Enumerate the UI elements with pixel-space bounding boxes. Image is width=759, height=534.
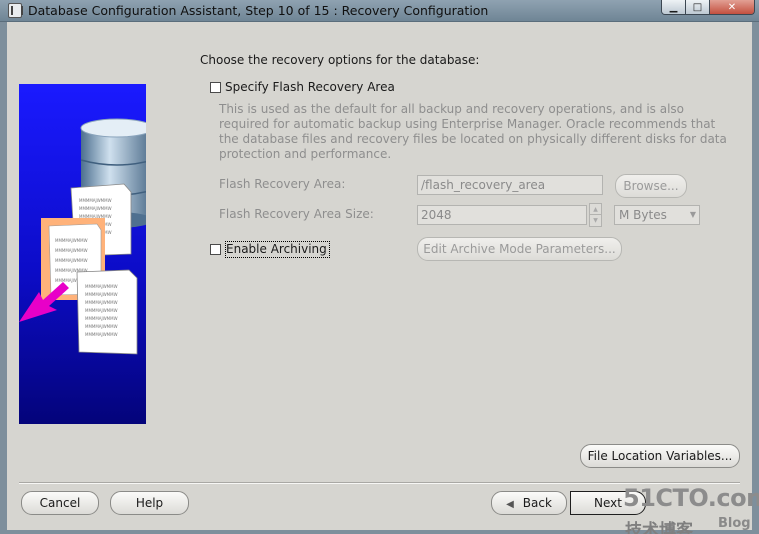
- file-location-variables-button[interactable]: File Location Variables...: [580, 444, 740, 468]
- chevron-down-icon: ▼: [689, 210, 696, 219]
- back-label: Back: [522, 496, 552, 510]
- watermark-blog: Blog: [718, 516, 751, 531]
- close-button[interactable]: ✕: [710, 0, 754, 14]
- watermark-chinese: 技术博客: [625, 521, 693, 534]
- document-front-icon: MMMMAJWMMW MMMMAJWMMW MMMMAJWMMW MMMMAJW…: [76, 269, 138, 355]
- enable-archiving-checkbox[interactable]: Enable Archiving: [210, 241, 330, 258]
- window-controls: ▁ □ ✕: [661, 0, 755, 15]
- dialog-body: MMMMAJWMMW MMMMAJWMMW MMMMAJWMMW MMMMAJW…: [7, 22, 759, 534]
- flash-recovery-size-input[interactable]: 2048: [417, 205, 587, 225]
- checkbox-label: Enable Archiving: [225, 241, 330, 258]
- size-spinner[interactable]: ▲ ▼: [589, 203, 602, 227]
- svg-text:MMMMAJWMMW: MMMMAJWMMW: [85, 284, 118, 289]
- back-arrow-icon: ◀: [506, 499, 514, 510]
- svg-text:MMMMAJWMMW: MMMMAJWMMW: [55, 238, 88, 243]
- svg-text:MMMMAJWMMW: MMMMAJWMMW: [85, 308, 118, 313]
- flash-recovery-description: This is used as the default for all back…: [219, 102, 727, 161]
- svg-text:MMMMAJWMMW: MMMMAJWMMW: [85, 332, 118, 337]
- svg-text:MMMMAJWMMW: MMMMAJWMMW: [85, 324, 118, 329]
- back-button[interactable]: ◀ Back: [491, 491, 567, 515]
- help-button[interactable]: Help: [110, 491, 189, 515]
- window-title: Database Configuration Assistant, Step 1…: [28, 3, 489, 18]
- spinner-down-icon[interactable]: ▼: [590, 215, 601, 226]
- checkbox-box[interactable]: [210, 244, 221, 255]
- spinner-up-icon[interactable]: ▲: [590, 204, 601, 215]
- svg-text:MMMMAJWMMW: MMMMAJWMMW: [85, 300, 118, 305]
- database-documents-illustration: MMMMAJWMMW MMMMAJWMMW MMMMAJWMMW MMMMAJW…: [19, 84, 146, 424]
- checkbox-label: Specify Flash Recovery Area: [225, 80, 395, 94]
- svg-text:MMMMAJWMMW: MMMMAJWMMW: [79, 198, 112, 203]
- instructions-text: Choose the recovery options for the data…: [200, 53, 480, 67]
- maximize-button[interactable]: □: [686, 0, 710, 14]
- browse-button[interactable]: Browse...: [615, 174, 687, 198]
- edit-archive-mode-parameters-button[interactable]: Edit Archive Mode Parameters...: [417, 237, 622, 261]
- size-unit-select[interactable]: M Bytes ▼: [614, 205, 700, 225]
- svg-text:MMMMAJWMMW: MMMMAJWMMW: [85, 316, 118, 321]
- wizard-illustration: MMMMAJWMMW MMMMAJWMMW MMMMAJWMMW MMMMAJW…: [19, 84, 146, 424]
- minimize-button[interactable]: ▁: [662, 0, 686, 14]
- svg-text:MMMMAJWMMW: MMMMAJWMMW: [85, 292, 118, 297]
- title-bar: Database Configuration Assistant, Step 1…: [0, 0, 759, 22]
- app-icon: [8, 3, 23, 18]
- flash-recovery-area-label: Flash Recovery Area:: [219, 177, 346, 191]
- svg-text:MMMMAJWMMW: MMMMAJWMMW: [55, 258, 88, 263]
- specify-flash-recovery-checkbox[interactable]: Specify Flash Recovery Area: [210, 80, 395, 94]
- cancel-button[interactable]: Cancel: [21, 491, 99, 515]
- svg-text:MMMMAJWMMW: MMMMAJWMMW: [55, 248, 88, 253]
- svg-text:MMMMAJWMMW: MMMMAJWMMW: [79, 206, 112, 211]
- flash-recovery-area-input[interactable]: /flash_recovery_area: [417, 175, 603, 195]
- flash-recovery-size-label: Flash Recovery Area Size:: [219, 207, 374, 221]
- watermark-site: 51CTO.com: [623, 484, 759, 512]
- size-unit-value: M Bytes: [619, 208, 667, 222]
- checkbox-box[interactable]: [210, 81, 221, 93]
